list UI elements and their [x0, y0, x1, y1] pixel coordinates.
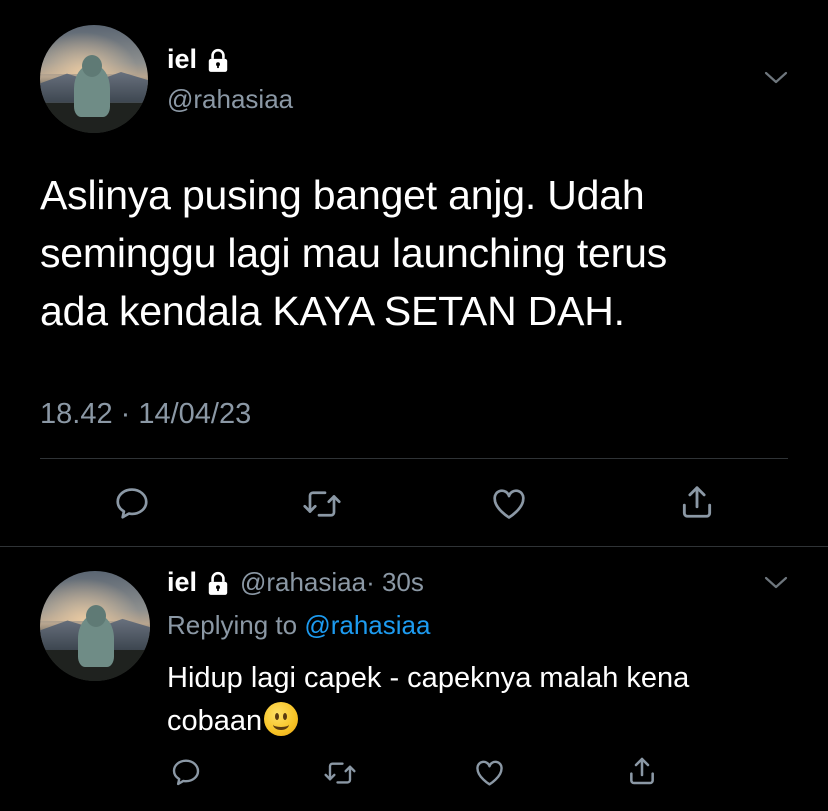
chevron-down-icon[interactable]	[764, 575, 788, 591]
tweet-text-line: Aslinya pusing banget anjg. Udah	[40, 172, 645, 218]
chevron-down-icon[interactable]	[764, 70, 788, 86]
replying-to-label: Replying to	[167, 610, 298, 640]
replying-to: Replying to @rahasiaa	[167, 610, 430, 641]
lock-icon	[205, 48, 231, 79]
like-icon[interactable]	[473, 757, 506, 789]
author-name-row[interactable]: iel	[167, 44, 231, 79]
avatar[interactable]	[40, 25, 148, 133]
reply-header[interactable]: iel @rahasiaa· 30s	[167, 567, 424, 602]
like-icon[interactable]	[489, 485, 529, 523]
tweet-timestamp[interactable]: 18.42 · 14/04/23	[40, 398, 251, 431]
author-handle[interactable]: @rahasiaa	[240, 567, 366, 597]
share-icon[interactable]	[626, 754, 658, 788]
lock-icon	[205, 571, 231, 602]
replying-to-link[interactable]: @rahasiaa	[304, 610, 430, 640]
reply-text-line2: cobaan	[167, 700, 787, 743]
reply-text: Hidup lagi capek - capeknya malah kena c…	[167, 657, 787, 743]
author-name[interactable]: iel	[167, 44, 197, 74]
share-icon[interactable]	[678, 482, 716, 522]
reply-text-line: Hidup lagi capek - capeknya malah kena	[167, 662, 690, 694]
author-handle[interactable]: @rahasiaa	[167, 84, 293, 115]
tweet-text-line: ada kendala KAYA SETAN DAH.	[40, 288, 625, 334]
reply-icon[interactable]	[170, 756, 202, 788]
tweet-text-line: seminggu lagi mau launching terus	[40, 230, 667, 276]
author-name[interactable]: iel	[167, 567, 197, 597]
reply-icon[interactable]	[113, 484, 151, 522]
tweet-text: Aslinya pusing banget anjg. Udah semingg…	[40, 166, 800, 340]
retweet-icon[interactable]	[302, 486, 342, 522]
reply-text-line: cobaan	[167, 705, 263, 737]
reply-time[interactable]: · 30s	[366, 567, 424, 597]
divider	[40, 458, 788, 459]
smiling-face-emoji-icon	[264, 702, 299, 736]
divider	[0, 546, 828, 547]
avatar[interactable]	[40, 571, 150, 681]
retweet-icon[interactable]	[323, 758, 357, 788]
